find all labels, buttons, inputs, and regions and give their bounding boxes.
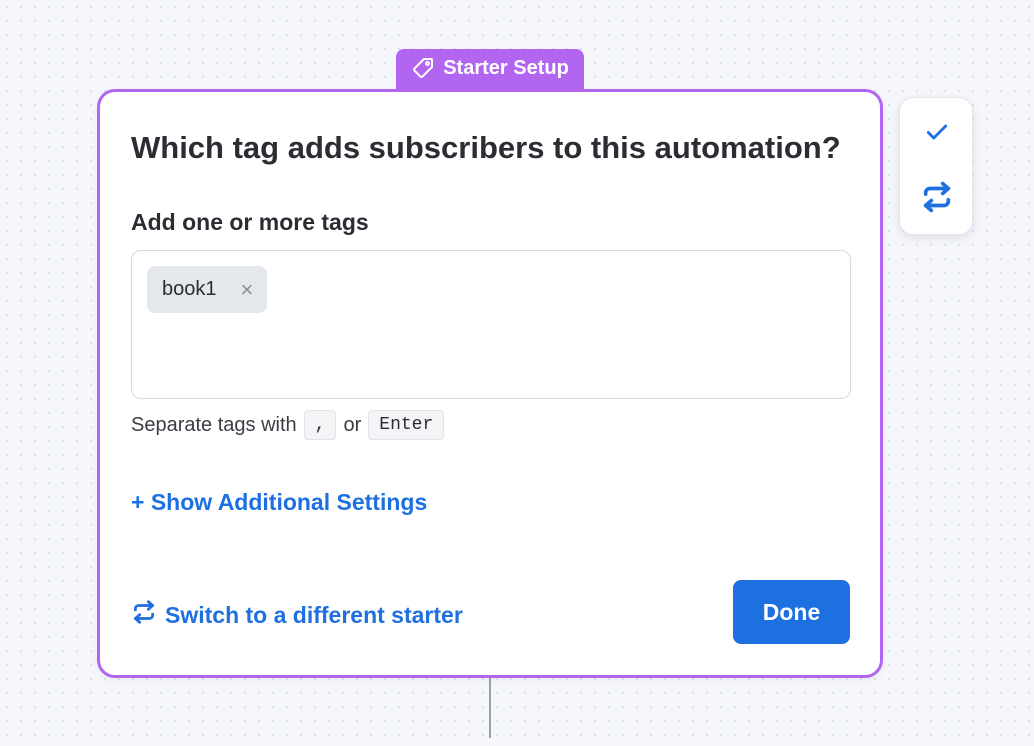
hint-middle: or <box>343 413 362 436</box>
switch-starter-button[interactable] <box>918 180 956 218</box>
flow-connector-line <box>489 676 491 738</box>
comma-key: , <box>303 410 337 440</box>
starter-setup-badge: Starter Setup <box>396 49 584 91</box>
side-action-panel <box>899 97 973 235</box>
tag-icon <box>411 56 435 80</box>
enter-key: Enter <box>368 410 445 440</box>
repeat-icon <box>920 180 954 219</box>
hint-prefix: Separate tags with <box>131 413 297 436</box>
tags-input[interactable]: book1 × <box>131 250 851 399</box>
tag-chip: book1 × <box>147 266 268 313</box>
check-icon <box>924 119 950 150</box>
repeat-icon <box>131 599 157 631</box>
tags-hint: Separate tags with , or Enter <box>131 410 445 440</box>
badge-label: Starter Setup <box>443 56 569 79</box>
show-additional-settings-link[interactable]: + Show Additional Settings <box>131 489 427 516</box>
tag-chip-label: book1 <box>162 278 217 300</box>
starter-setup-card: Which tag adds subscribers to this autom… <box>97 89 883 678</box>
tags-field-label: Add one or more tags <box>131 209 369 235</box>
done-button[interactable]: Done <box>733 580 850 644</box>
confirm-button[interactable] <box>918 115 956 153</box>
card-title: Which tag adds subscribers to this autom… <box>131 130 841 165</box>
switch-starter-link[interactable]: Switch to a different starter <box>131 599 463 631</box>
switch-starter-label: Switch to a different starter <box>165 601 463 628</box>
close-icon[interactable]: × <box>241 278 254 301</box>
